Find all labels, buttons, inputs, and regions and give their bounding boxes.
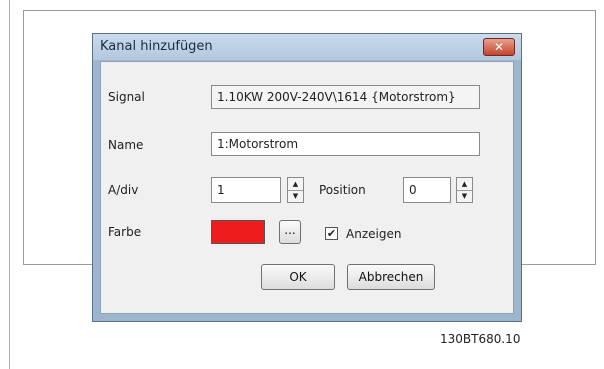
adiv-label: A/div	[108, 183, 139, 197]
color-browse-button[interactable]: ...	[279, 220, 301, 244]
position-label: Position	[319, 183, 366, 197]
figure-number: 130BT680.10	[440, 332, 521, 346]
show-label: Anzeigen	[346, 227, 402, 241]
signal-label: Signal	[108, 90, 145, 104]
dialog-client-area: Signal 1.10KW 200V-240V\1614 {Motorstrom…	[100, 61, 514, 314]
show-checkbox[interactable]: ✔	[325, 227, 338, 240]
close-icon: ✕	[493, 40, 505, 54]
adiv-spinner[interactable]: ▲ ▼	[287, 177, 304, 203]
position-spinner[interactable]: ▲ ▼	[456, 177, 473, 203]
signal-field[interactable]: 1.10KW 200V-240V\1614 {Motorstrom}	[211, 85, 480, 109]
close-button[interactable]: ✕	[483, 38, 515, 56]
add-channel-dialog: Kanal hinzufügen ✕ Signal 1.10KW 200V-24…	[92, 33, 522, 322]
dialog-title: Kanal hinzufügen	[100, 39, 213, 54]
name-field[interactable]: 1:Motorstrom	[211, 132, 480, 156]
ok-button[interactable]: OK	[261, 264, 335, 290]
dialog-titlebar[interactable]: Kanal hinzufügen ✕	[93, 34, 521, 60]
position-field[interactable]: 0	[403, 177, 451, 203]
name-label: Name	[108, 138, 144, 152]
color-swatch[interactable]	[211, 220, 265, 244]
spin-down-icon[interactable]: ▼	[288, 190, 303, 202]
left-margin-rule	[9, 0, 10, 369]
spin-down-icon[interactable]: ▼	[457, 190, 472, 202]
adiv-field[interactable]: 1	[211, 177, 281, 203]
farbe-label: Farbe	[108, 225, 142, 239]
cancel-button[interactable]: Abbrechen	[347, 264, 435, 290]
